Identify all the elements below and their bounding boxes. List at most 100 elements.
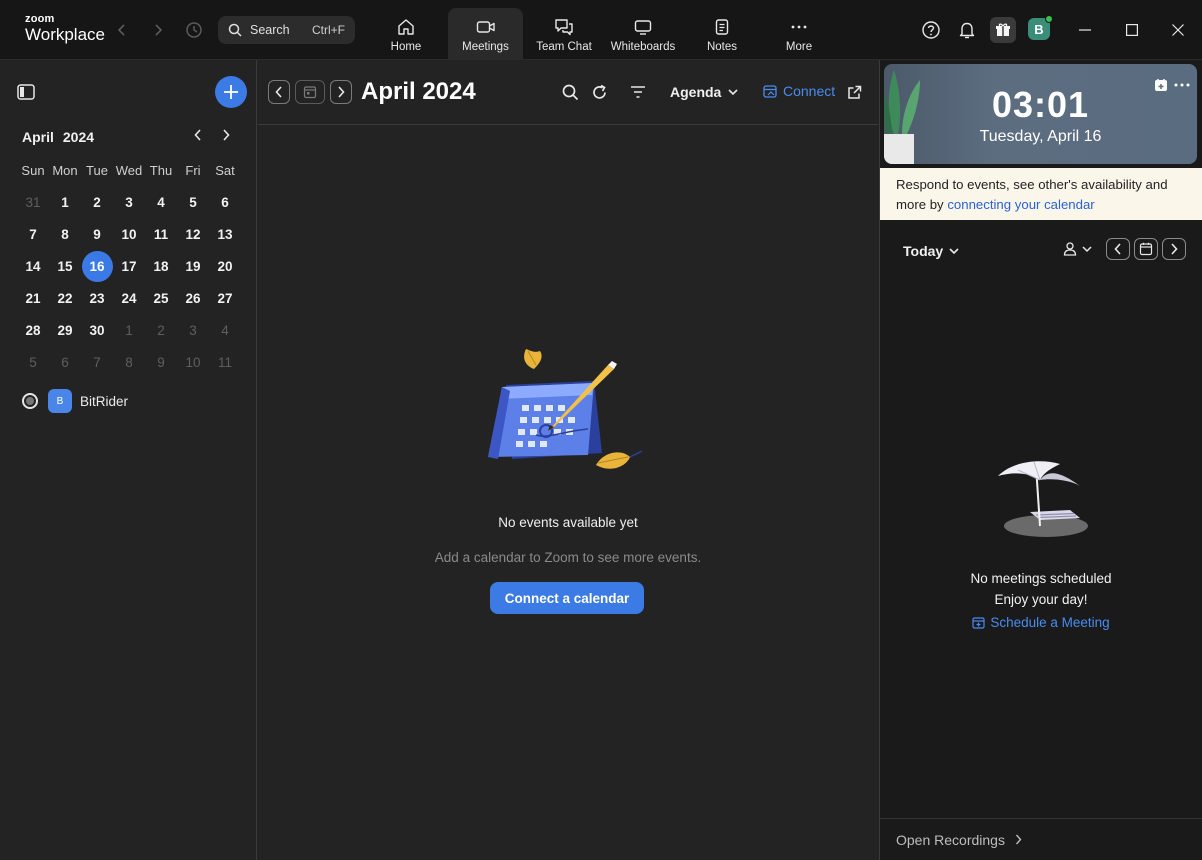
calendar-day[interactable]: 21	[17, 282, 49, 314]
calendar-day[interactable]: 9	[145, 346, 177, 378]
more-options-icon[interactable]	[1173, 76, 1191, 94]
bell-icon[interactable]	[955, 18, 979, 42]
tab-whiteboards[interactable]: Whiteboards	[606, 8, 680, 60]
page-title: April 2024	[361, 78, 476, 105]
search-icon	[228, 23, 242, 37]
calendar-day[interactable]: 4	[145, 186, 177, 218]
calendar-day[interactable]: 15	[49, 250, 81, 282]
calendar-day[interactable]: 1	[113, 314, 145, 346]
empty-state-subtitle: Add a calendar to Zoom to see more event…	[434, 550, 702, 565]
calendar-day[interactable]: 10	[113, 218, 145, 250]
calendar-day[interactable]: 6	[209, 186, 241, 218]
connect-calendar-button[interactable]: Connect a calendar	[490, 582, 644, 614]
next-month-icon[interactable]	[217, 126, 235, 144]
video-camera-icon	[476, 18, 496, 36]
tab-meetings[interactable]: Meetings	[448, 8, 523, 60]
beach-umbrella-illustration	[994, 458, 1090, 544]
calendar-day[interactable]: 27	[209, 282, 241, 314]
today-calendar-button[interactable]	[295, 80, 325, 104]
calendar-day[interactable]: 6	[49, 346, 81, 378]
connect-calendar-link[interactable]: Connect	[763, 83, 835, 99]
calendar-day[interactable]: 18	[145, 250, 177, 282]
gift-icon[interactable]	[990, 17, 1016, 43]
search-icon[interactable]	[560, 82, 580, 102]
calendar-day[interactable]: 22	[49, 282, 81, 314]
calendar-day[interactable]: 3	[113, 186, 145, 218]
day-selector[interactable]: Today	[903, 243, 959, 259]
calendar-day[interactable]: 20	[209, 250, 241, 282]
refresh-icon[interactable]	[589, 82, 609, 102]
calendar-day[interactable]: 1	[49, 186, 81, 218]
open-recordings-link[interactable]: Open Recordings	[880, 818, 1202, 860]
tab-home[interactable]: Home	[379, 8, 433, 60]
calendar-day[interactable]: 25	[145, 282, 177, 314]
calendar-day[interactable]: 4	[209, 314, 241, 346]
calendar-day[interactable]: 29	[49, 314, 81, 346]
calendar-day[interactable]: 17	[113, 250, 145, 282]
clock-time: 03:01	[991, 84, 1090, 125]
calendar-day[interactable]: 12	[177, 218, 209, 250]
back-icon[interactable]	[112, 20, 132, 40]
tab-label: Notes	[706, 41, 738, 53]
search-box[interactable]: Search Ctrl+F	[218, 16, 355, 44]
filter-icon[interactable]	[628, 82, 648, 102]
add-event-button[interactable]	[215, 76, 247, 108]
calendar-day[interactable]: 2	[81, 186, 113, 218]
calendar-day[interactable]: 8	[113, 346, 145, 378]
calendar-day[interactable]: 7	[17, 218, 49, 250]
calendar-day[interactable]: 23	[81, 282, 113, 314]
calendar-picker-button[interactable]	[1134, 238, 1158, 260]
notice-link[interactable]: connecting your calendar	[947, 197, 1094, 212]
calendar-day[interactable]: 13	[209, 218, 241, 250]
calendar-day[interactable]: 19	[177, 250, 209, 282]
calendar-day[interactable]: 26	[177, 282, 209, 314]
view-selector[interactable]: Agenda	[670, 84, 738, 100]
calendar-day[interactable]: 10	[177, 346, 209, 378]
calendar-day[interactable]: 14	[17, 250, 49, 282]
tab-team-chat[interactable]: Team Chat	[534, 8, 594, 60]
calendar-day[interactable]: 7	[81, 346, 113, 378]
no-meetings-subtitle: Enjoy your day!	[994, 592, 1088, 607]
left-sidebar: April 2024 Sun Mon Tue Wed Thu Fri Sat 31…	[0, 60, 257, 860]
account-radio[interactable]	[22, 393, 38, 409]
calendar-day[interactable]: 8	[49, 218, 81, 250]
maximize-icon[interactable]	[1120, 18, 1144, 42]
people-filter-icon[interactable]	[1062, 238, 1094, 260]
history-icon[interactable]	[184, 20, 204, 40]
calendar-day[interactable]: 5	[177, 186, 209, 218]
title-bar: zoom Workplace Search Ctrl+F Home Meetin…	[0, 0, 1202, 60]
calendar-day[interactable]: 30	[81, 314, 113, 346]
calendar-day[interactable]: 11	[209, 346, 241, 378]
schedule-meeting-label: Schedule a Meeting	[990, 615, 1110, 630]
weekday-label: Tue	[86, 162, 108, 178]
next-period-button[interactable]	[330, 80, 352, 104]
prev-day-button[interactable]	[1106, 238, 1130, 260]
forward-icon[interactable]	[148, 20, 168, 40]
calendar-day[interactable]: 9	[81, 218, 113, 250]
tab-more[interactable]: More	[779, 8, 819, 60]
chevron-right-icon	[338, 86, 345, 98]
minimize-icon[interactable]	[1073, 18, 1097, 42]
calendar-day[interactable]: 3	[177, 314, 209, 346]
calendar-week-row: 31 1 2 3 4 5 6	[17, 186, 241, 218]
schedule-meeting-link[interactable]: Schedule a Meeting	[880, 615, 1202, 630]
calendar-day[interactable]: 5	[17, 346, 49, 378]
tab-notes[interactable]: Notes	[702, 8, 742, 60]
close-icon[interactable]	[1166, 18, 1190, 42]
prev-period-button[interactable]	[268, 80, 290, 104]
calendar-day-selected[interactable]: 16	[81, 250, 113, 282]
external-link-icon[interactable]	[844, 82, 864, 102]
calendar-day[interactable]: 11	[145, 218, 177, 250]
next-day-button[interactable]	[1162, 238, 1186, 260]
calendar-day[interactable]: 28	[17, 314, 49, 346]
calendar-day[interactable]: 2	[145, 314, 177, 346]
calendar-account-item[interactable]: B BitRider	[22, 389, 128, 413]
sidebar-toggle-icon[interactable]	[12, 80, 40, 104]
calendar-day[interactable]: 24	[113, 282, 145, 314]
weekday-label: Mon	[52, 162, 78, 178]
tab-label: Whiteboards	[610, 41, 676, 53]
calendar-add-icon[interactable]	[1152, 76, 1170, 94]
prev-month-icon[interactable]	[189, 126, 207, 144]
calendar-day[interactable]: 31	[17, 186, 49, 218]
help-icon[interactable]	[919, 18, 943, 42]
